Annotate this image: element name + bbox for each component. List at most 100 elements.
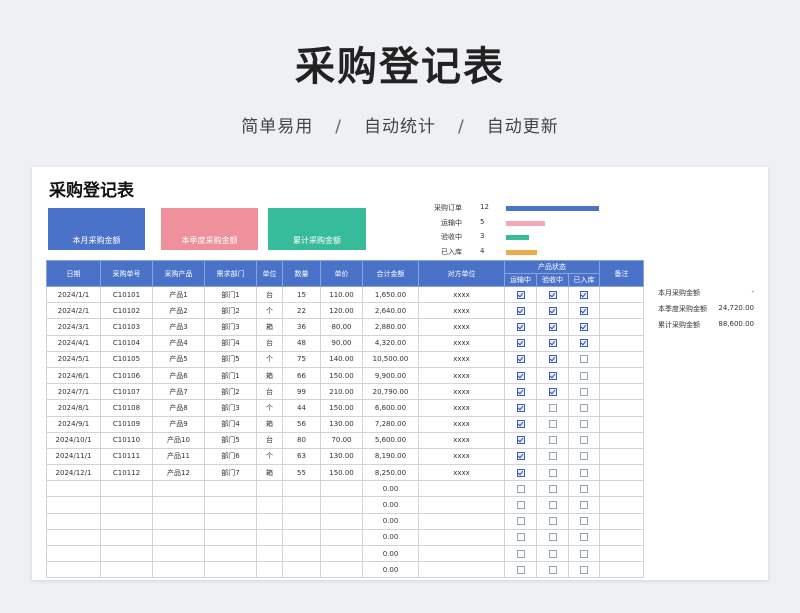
empty-cell[interactable]: [46, 528, 101, 547]
cell-qty[interactable]: 56: [282, 415, 321, 433]
cell-remark[interactable]: [599, 528, 644, 547]
empty-cell[interactable]: [418, 512, 505, 530]
cell-remark[interactable]: [599, 318, 644, 336]
status-cell[interactable]: [504, 334, 537, 352]
checked-checkbox-icon[interactable]: [516, 436, 525, 445]
checked-checkbox-icon[interactable]: [516, 403, 525, 412]
empty-cell[interactable]: [418, 528, 505, 547]
cell-total[interactable]: 20,790.00: [362, 383, 419, 401]
cell-party[interactable]: xxxx: [418, 334, 505, 352]
cell-party[interactable]: xxxx: [418, 464, 505, 482]
cell-remark[interactable]: [599, 366, 644, 385]
status-cell[interactable]: [504, 415, 537, 433]
status-cell[interactable]: [536, 383, 569, 401]
cell-total[interactable]: 0.00: [362, 496, 419, 514]
cell-product[interactable]: 产品8: [152, 399, 205, 417]
cell-remark[interactable]: [599, 383, 644, 401]
cell-dept[interactable]: 部门2: [204, 302, 257, 320]
empty-cell[interactable]: [100, 496, 153, 514]
cell-date[interactable]: 2024/10/1: [46, 431, 101, 449]
empty-cell[interactable]: [256, 544, 283, 563]
cell-unit[interactable]: 箱: [256, 415, 283, 433]
status-cell[interactable]: [536, 496, 569, 514]
cell-qty[interactable]: 44: [282, 399, 321, 417]
cell-date[interactable]: 2024/4/1: [46, 334, 101, 352]
empty-checkbox-icon[interactable]: [580, 452, 588, 461]
cell-total[interactable]: 1,650.00: [362, 285, 419, 304]
cell-product[interactable]: 产品6: [152, 366, 205, 385]
cell-date[interactable]: 2024/8/1: [46, 399, 101, 417]
checked-checkbox-icon[interactable]: [516, 322, 525, 331]
empty-checkbox-icon[interactable]: [548, 452, 557, 461]
empty-checkbox-icon[interactable]: [580, 420, 588, 429]
cell-party[interactable]: xxxx: [418, 302, 505, 320]
cell-unit[interactable]: 个: [256, 350, 283, 368]
empty-checkbox-icon[interactable]: [548, 468, 557, 477]
cell-no[interactable]: C10108: [100, 399, 153, 417]
status-cell[interactable]: [536, 318, 569, 336]
status-subheader[interactable]: 验收中: [536, 273, 569, 287]
empty-checkbox-icon[interactable]: [580, 517, 588, 526]
cell-price[interactable]: 90.00: [320, 334, 363, 352]
cell-remark[interactable]: [599, 512, 644, 530]
empty-cell[interactable]: [204, 496, 257, 514]
empty-checkbox-icon[interactable]: [548, 484, 557, 493]
status-cell[interactable]: [504, 480, 537, 498]
column-header[interactable]: 单价: [320, 260, 363, 287]
cell-unit[interactable]: 台: [256, 334, 283, 352]
column-header[interactable]: 数量: [282, 260, 321, 287]
status-cell[interactable]: [504, 561, 537, 579]
status-cell[interactable]: [536, 431, 569, 449]
empty-checkbox-icon[interactable]: [516, 549, 525, 558]
status-cell[interactable]: [536, 512, 569, 530]
cell-party[interactable]: xxxx: [418, 415, 505, 433]
cell-dept[interactable]: 部门5: [204, 350, 257, 368]
column-header[interactable]: 合计金额: [362, 260, 419, 287]
cell-product[interactable]: 产品12: [152, 464, 205, 482]
checked-checkbox-icon[interactable]: [580, 339, 588, 348]
cell-total[interactable]: 6,600.00: [362, 399, 419, 417]
cell-qty[interactable]: 75: [282, 350, 321, 368]
cell-remark[interactable]: [599, 334, 644, 352]
checked-checkbox-icon[interactable]: [548, 387, 557, 396]
cell-total[interactable]: 9,900.00: [362, 366, 419, 385]
cell-date[interactable]: 2024/5/1: [46, 350, 101, 368]
cell-price[interactable]: 150.00: [320, 464, 363, 482]
empty-cell[interactable]: [256, 528, 283, 547]
empty-cell[interactable]: [152, 561, 205, 579]
status-subheader[interactable]: 运输中: [504, 273, 537, 287]
status-cell[interactable]: [536, 561, 569, 579]
status-cell[interactable]: [536, 447, 569, 466]
empty-cell[interactable]: [204, 544, 257, 563]
status-cell[interactable]: [568, 399, 600, 417]
cell-total[interactable]: 8,190.00: [362, 447, 419, 466]
cell-no[interactable]: C10106: [100, 366, 153, 385]
empty-cell[interactable]: [256, 512, 283, 530]
cell-total[interactable]: 8,250.00: [362, 464, 419, 482]
cell-remark[interactable]: [599, 399, 644, 417]
status-subheader[interactable]: 已入库: [568, 273, 600, 287]
cell-dept[interactable]: 部门5: [204, 431, 257, 449]
empty-cell[interactable]: [100, 528, 153, 547]
empty-checkbox-icon[interactable]: [580, 387, 588, 396]
checked-checkbox-icon[interactable]: [580, 306, 588, 315]
checked-checkbox-icon[interactable]: [516, 371, 525, 380]
cell-total[interactable]: 5,600.00: [362, 431, 419, 449]
cell-party[interactable]: xxxx: [418, 366, 505, 385]
cell-price[interactable]: 150.00: [320, 366, 363, 385]
cell-price[interactable]: 210.00: [320, 383, 363, 401]
status-cell[interactable]: [504, 318, 537, 336]
checked-checkbox-icon[interactable]: [516, 306, 525, 315]
cell-party[interactable]: xxxx: [418, 431, 505, 449]
cell-price[interactable]: 120.00: [320, 302, 363, 320]
cell-remark[interactable]: [599, 350, 644, 368]
cell-total[interactable]: 0.00: [362, 512, 419, 530]
cell-remark[interactable]: [599, 447, 644, 466]
cell-party[interactable]: xxxx: [418, 350, 505, 368]
status-cell[interactable]: [504, 431, 537, 449]
empty-cell[interactable]: [256, 561, 283, 579]
cell-unit[interactable]: 台: [256, 383, 283, 401]
empty-checkbox-icon[interactable]: [516, 517, 525, 526]
status-cell[interactable]: [568, 496, 600, 514]
cell-qty[interactable]: 22: [282, 302, 321, 320]
